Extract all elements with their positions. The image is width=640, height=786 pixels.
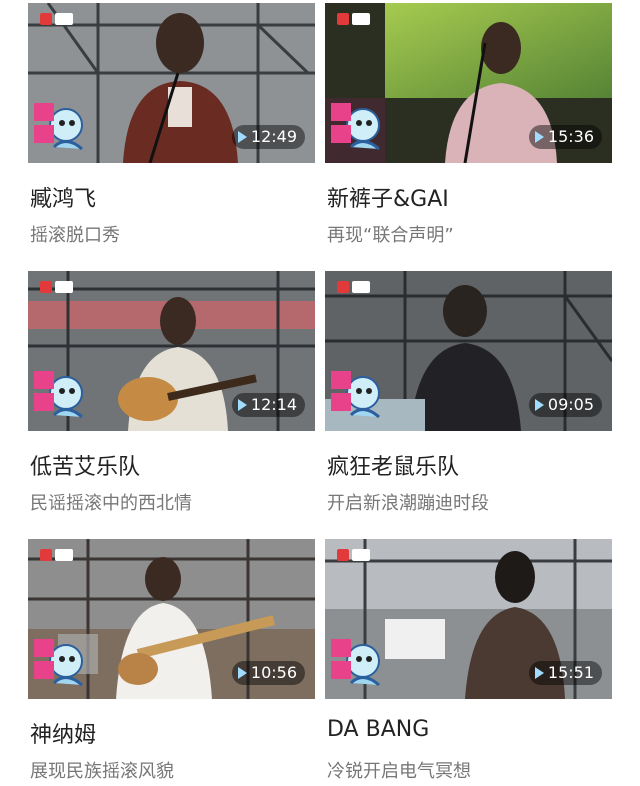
video-title[interactable]: 新裤子&GAI (327, 181, 449, 213)
duration-badge: 09:05 (528, 393, 602, 417)
video-grid: 12:49 臧鸿飞 摇滚脱口秀 15:36 新裤子&GAI 再现“联合声明” 1… (0, 0, 640, 786)
duration-badge: 15:51 (528, 661, 602, 685)
video-card[interactable]: 15:36 新裤子&GAI 再现“联合声明” (325, 3, 612, 253)
sponsor-logos (40, 549, 73, 561)
video-card[interactable]: 10:56 神纳姆 展现民族摇滚风貌 (28, 539, 315, 786)
zhai-shijiao-badge-icon (34, 371, 83, 419)
video-title[interactable]: 疯狂老鼠乐队 (327, 449, 459, 481)
video-subtitle: 冷锐开启电气冥想 (327, 761, 471, 782)
video-card[interactable]: 15:51 DA BANG 冷锐开启电气冥想 (325, 539, 612, 786)
video-title[interactable]: DA BANG (327, 717, 429, 742)
play-icon (237, 131, 247, 143)
sponsor-logos (337, 13, 370, 25)
sponsor-logos (337, 549, 370, 561)
video-card[interactable]: 09:05 疯狂老鼠乐队 开启新浪潮蹦迪时段 (325, 271, 612, 521)
duration-text: 09:05 (547, 395, 594, 414)
zhai-shijiao-badge-icon (331, 371, 380, 419)
video-subtitle: 开启新浪潮蹦迪时段 (327, 493, 489, 514)
video-subtitle: 展现民族摇滚风貌 (30, 761, 174, 782)
video-thumbnail[interactable]: 10:56 (28, 539, 315, 699)
video-thumbnail[interactable]: 15:51 (325, 539, 612, 699)
duration-badge: 12:14 (231, 393, 305, 417)
duration-badge: 10:56 (231, 661, 305, 685)
video-thumbnail[interactable]: 12:14 (28, 271, 315, 431)
duration-text: 10:56 (250, 663, 297, 682)
video-thumbnail[interactable]: 09:05 (325, 271, 612, 431)
video-title[interactable]: 低苦艾乐队 (30, 449, 140, 481)
play-icon (534, 131, 544, 143)
zhai-shijiao-badge-icon (34, 639, 83, 687)
duration-badge: 15:36 (528, 125, 602, 149)
video-card[interactable]: 12:14 低苦艾乐队 民谣摇滚中的西北情 (28, 271, 315, 521)
play-icon (237, 399, 247, 411)
zhai-shijiao-badge-icon (331, 103, 380, 151)
video-thumbnail[interactable]: 15:36 (325, 3, 612, 163)
duration-text: 12:49 (250, 127, 297, 146)
play-icon (237, 667, 247, 679)
play-icon (534, 667, 544, 679)
video-thumbnail[interactable]: 12:49 (28, 3, 315, 163)
duration-text: 15:36 (547, 127, 594, 146)
sponsor-logos (40, 13, 73, 25)
video-subtitle: 摇滚脱口秀 (30, 225, 120, 246)
video-subtitle: 民谣摇滚中的西北情 (30, 493, 192, 514)
video-card[interactable]: 12:49 臧鸿飞 摇滚脱口秀 (28, 3, 315, 253)
duration-text: 12:14 (250, 395, 297, 414)
duration-badge: 12:49 (231, 125, 305, 149)
sponsor-logos (40, 281, 73, 293)
zhai-shijiao-badge-icon (34, 103, 83, 151)
zhai-shijiao-badge-icon (331, 639, 380, 687)
duration-text: 15:51 (547, 663, 594, 682)
play-icon (534, 399, 544, 411)
video-subtitle: 再现“联合声明” (327, 225, 454, 246)
sponsor-logos (337, 281, 370, 293)
video-title[interactable]: 臧鸿飞 (30, 181, 96, 213)
video-title[interactable]: 神纳姆 (30, 717, 96, 749)
